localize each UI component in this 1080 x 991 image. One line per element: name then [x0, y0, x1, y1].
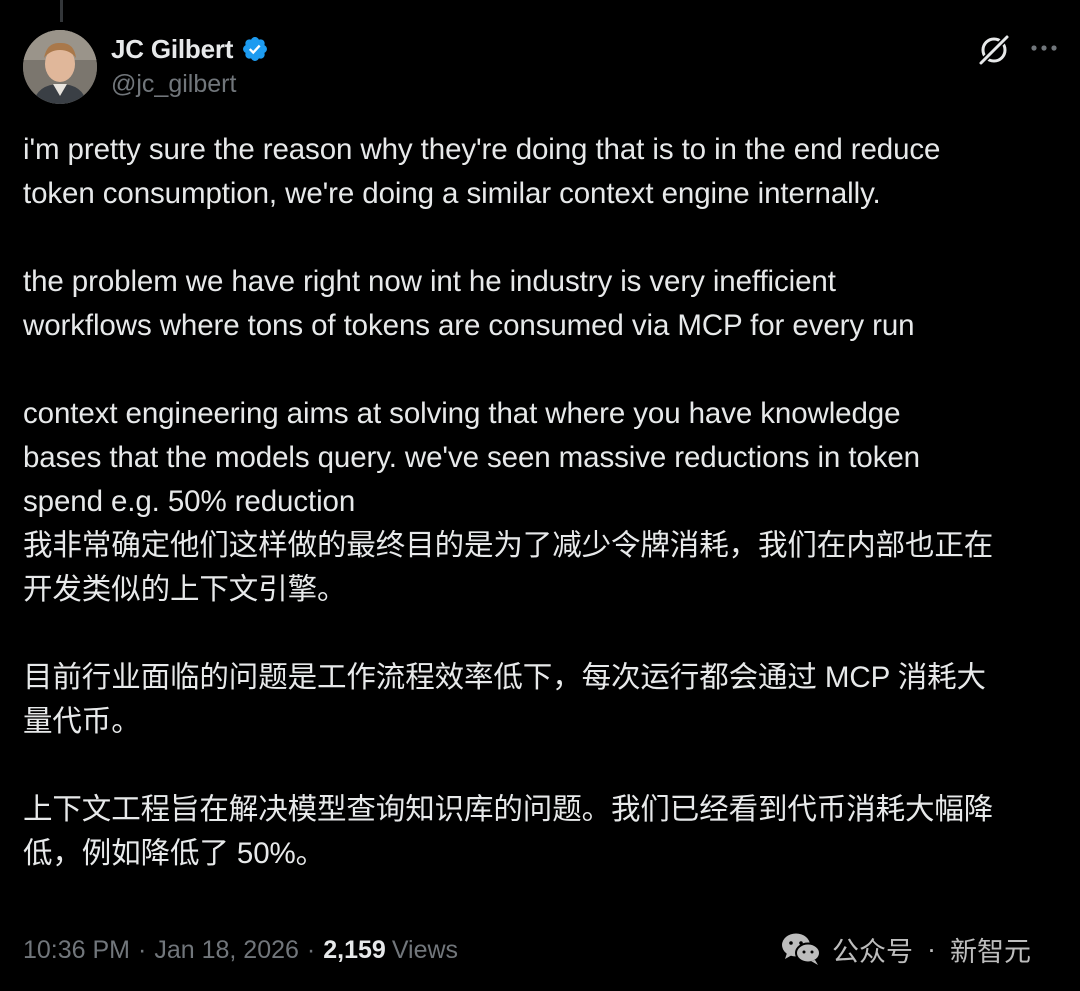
watermark-source: 新智元	[950, 936, 1031, 967]
tweet-paragraph-en-2: the problem we have right now int he ind…	[23, 265, 915, 342]
grok-icon[interactable]	[974, 30, 1014, 70]
tweet-paragraph-zh-1: 我非常确定他们这样做的最终目的是为了减少令牌消耗，我们在内部也正在 开发类似的上…	[23, 529, 994, 606]
tweet-paragraph-en-3: context engineering aims at solving that…	[23, 397, 920, 518]
views-count[interactable]: 2,159	[323, 936, 386, 965]
tweet-meta: 10:36 PM · Jan 18, 2026 · 2,159 Views	[23, 936, 458, 965]
tweet-paragraph-zh-2: 目前行业面临的问题是工作流程效率低下，每次运行都会通过 MCP 消耗大 量代币。	[23, 661, 986, 738]
thread-connector-line	[60, 0, 63, 22]
verified-badge-icon	[243, 37, 268, 61]
avatar-photo	[23, 30, 97, 104]
avatar[interactable]	[23, 30, 97, 104]
tweet-time[interactable]: 10:36 PM	[23, 936, 130, 965]
tweet-paragraph-en-1: i'm pretty sure the reason why they're d…	[23, 133, 941, 210]
wechat-icon	[782, 933, 821, 965]
meta-separator: ·	[138, 936, 147, 964]
author-name-row[interactable]: JC Gilbert	[111, 32, 269, 66]
watermark-dot: ·	[927, 933, 936, 964]
views-label: Views	[391, 936, 459, 964]
author-handle[interactable]: @jc_gilbert	[111, 70, 236, 99]
watermark-label: 公众号	[832, 936, 913, 967]
tweet-paragraph-zh-3: 上下文工程旨在解决模型查询知识库的问题。我们已经看到代币消耗大幅降 低，例如降低…	[23, 793, 994, 870]
author-display-name[interactable]: JC Gilbert	[111, 34, 233, 65]
meta-separator: ·	[306, 936, 316, 964]
more-options-icon[interactable]	[1028, 38, 1060, 58]
wechat-watermark: 公众号 · 新智元	[780, 928, 1031, 970]
tweet-text: i'm pretty sure the reason why they're d…	[23, 128, 1063, 876]
tweet-date[interactable]: Jan 18, 2026	[154, 936, 299, 965]
